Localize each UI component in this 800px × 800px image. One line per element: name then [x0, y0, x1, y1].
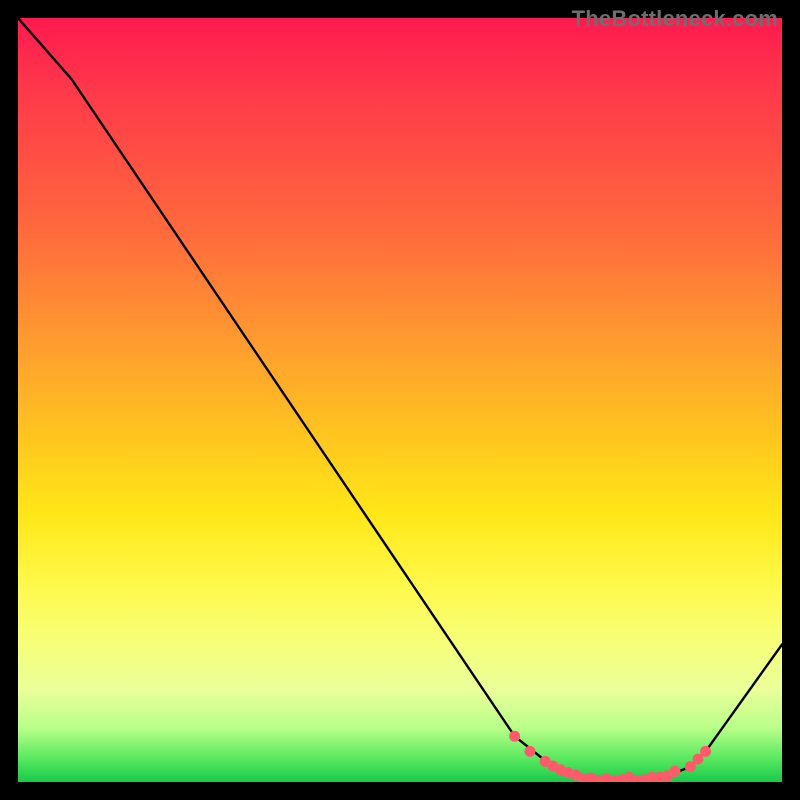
chart-frame: TheBottleneck.com	[0, 0, 800, 800]
marker-dot	[524, 746, 535, 757]
marker-dot	[700, 746, 711, 757]
plot-area	[18, 18, 782, 782]
attribution-label: TheBottleneck.com	[572, 6, 778, 32]
bottleneck-curve	[18, 18, 782, 782]
curve-line	[18, 18, 782, 781]
marker-dot	[670, 766, 681, 777]
marker-dot	[509, 731, 520, 742]
